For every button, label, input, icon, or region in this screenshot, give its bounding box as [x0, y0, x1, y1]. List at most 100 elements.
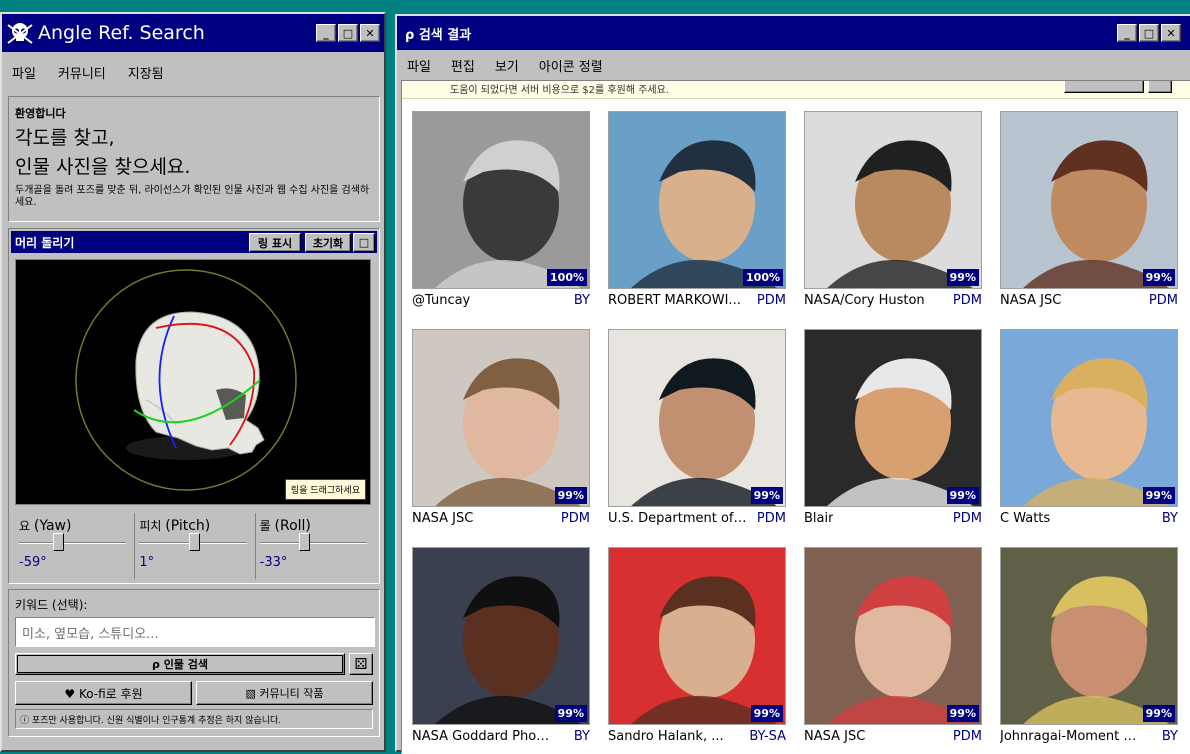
search-panel: 키워드 (선택): 미소, 옆모습, 스튜디오... ρ 인물 검색 ⚄ ♥ K… [8, 589, 380, 737]
yaw-slider-thumb[interactable] [52, 533, 64, 551]
keyword-input[interactable]: 미소, 옆모습, 스튜디오... [15, 617, 375, 647]
result-card[interactable]: 100% ROBERT MARKOWI... PDM [608, 111, 790, 329]
portrait-icon [413, 330, 589, 506]
result-license[interactable]: PDM [1149, 293, 1178, 308]
pitch-slider-group: 피치 (Pitch) 1° [135, 513, 256, 579]
result-author[interactable]: @Tuncay [412, 293, 470, 308]
results-content[interactable]: 도움이 되었다면 서버 비용으로 $2를 후원해 주세요. 100% @Tunca… [401, 80, 1190, 754]
result-photo[interactable]: 100% [412, 111, 590, 289]
reset-button[interactable]: 초기화 [305, 233, 351, 252]
donate-button[interactable] [1064, 81, 1144, 93]
result-license[interactable]: BY-SA [749, 729, 786, 744]
yaw-track[interactable] [19, 542, 127, 544]
kofi-button[interactable]: ♥ Ko-fi로 후원 [15, 681, 192, 705]
results-maximize-button[interactable]: □ [1139, 24, 1159, 42]
community-works-button[interactable]: ▧ 커뮤니티 작품 [196, 681, 373, 705]
expand-button[interactable]: □ [353, 233, 375, 252]
result-license[interactable]: PDM [561, 511, 590, 526]
result-license[interactable]: BY [1162, 511, 1178, 526]
result-card[interactable]: 99% Johnragai-Moment Ca... BY [1000, 547, 1182, 753]
result-card[interactable]: 100% @Tuncay BY [412, 111, 594, 329]
results-minimize-button[interactable]: _ [1117, 24, 1137, 42]
portrait-icon [805, 548, 981, 724]
result-card[interactable]: 99% Sandro Halank, ... BY-SA [608, 547, 790, 753]
result-photo[interactable]: 99% [412, 547, 590, 725]
result-caption: ROBERT MARKOWI... PDM [608, 293, 786, 308]
result-caption: NASA Goddard Photo... BY [412, 729, 590, 744]
result-photo[interactable]: 99% [1000, 547, 1178, 725]
result-author[interactable]: Johnragai-Moment Ca... [1000, 729, 1140, 744]
ring-toggle-button[interactable]: 링 표시 [249, 233, 301, 252]
welcome-panel: 환영합니다 각도를 찾고, 인물 사진을 찾으세요. 두개골을 돌려 포즈를 맞… [8, 96, 380, 222]
roll-track[interactable] [259, 542, 367, 544]
match-score-badge: 99% [946, 487, 979, 504]
menu-saved[interactable]: 지장됨 [128, 63, 164, 82]
result-author[interactable]: U.S. Department of ... [608, 511, 748, 526]
random-button[interactable]: ⚄ [349, 653, 373, 675]
menu-file[interactable]: 파일 [12, 63, 36, 82]
result-author[interactable]: Blair [804, 511, 833, 526]
skull-3d-viewport[interactable]: 링을 드래그하세요 [15, 259, 371, 505]
donate-close-button[interactable] [1148, 81, 1172, 93]
result-photo[interactable]: 99% [412, 329, 590, 507]
menu-community[interactable]: 커뮤니티 [58, 63, 106, 82]
portrait-icon [609, 112, 785, 288]
result-license[interactable]: PDM [953, 293, 982, 308]
result-license[interactable]: BY [574, 293, 590, 308]
menu-arrange-icons[interactable]: 아이콘 정렬 [539, 56, 603, 75]
result-license[interactable]: BY [574, 729, 590, 744]
portrait-icon [805, 330, 981, 506]
result-caption: NASA JSC PDM [804, 729, 982, 744]
result-card[interactable]: 99% NASA JSC PDM [412, 329, 594, 547]
results-close-button[interactable]: ✕ [1161, 24, 1181, 42]
yaw-value: -59° [19, 555, 47, 570]
result-license[interactable]: PDM [757, 293, 786, 308]
right-menubar: 파일 편집 보기 아이콘 정렬 [397, 50, 1190, 80]
result-card[interactable]: 99% NASA Goddard Photo... BY [412, 547, 594, 753]
close-button[interactable]: ✕ [360, 24, 380, 42]
result-photo[interactable]: 100% [608, 111, 786, 289]
pitch-label-en: (Pitch) [165, 518, 211, 534]
person-search-button[interactable]: ρ 인물 검색 [15, 653, 345, 675]
result-card[interactable]: 99% NASA JSC PDM [804, 547, 986, 753]
result-photo[interactable]: 99% [804, 111, 982, 289]
result-license[interactable]: BY [1162, 729, 1178, 744]
pitch-slider-thumb[interactable] [188, 533, 200, 551]
result-author[interactable]: NASA Goddard Photo... [412, 729, 552, 744]
menu-view[interactable]: 보기 [495, 56, 519, 75]
minimize-icon: _ [323, 26, 329, 40]
result-photo[interactable]: 99% [608, 329, 786, 507]
result-author[interactable]: NASA JSC [804, 729, 865, 744]
result-photo[interactable]: 99% [1000, 111, 1178, 289]
match-score-badge: 99% [750, 705, 783, 722]
result-author[interactable]: NASA JSC [412, 511, 473, 526]
portrait-icon [413, 548, 589, 724]
result-photo[interactable]: 99% [1000, 329, 1178, 507]
result-author[interactable]: NASA JSC [1000, 293, 1061, 308]
result-license[interactable]: PDM [953, 729, 982, 744]
result-caption: NASA JSC PDM [1000, 293, 1178, 308]
result-author[interactable]: ROBERT MARKOWI... [608, 293, 741, 308]
result-card[interactable]: 99% Blair PDM [804, 329, 986, 547]
result-author[interactable]: NASA/Cory Huston [804, 293, 925, 308]
menu-file[interactable]: 파일 [407, 56, 431, 75]
result-card[interactable]: 99% NASA/Cory Huston PDM [804, 111, 986, 329]
result-card[interactable]: 99% NASA JSC PDM [1000, 111, 1182, 329]
result-photo[interactable]: 99% [804, 329, 982, 507]
maximize-icon: □ [342, 26, 354, 40]
result-card[interactable]: 99% U.S. Department of ... PDM [608, 329, 790, 547]
pitch-label-ko: 피치 [139, 519, 162, 533]
result-license[interactable]: PDM [953, 511, 982, 526]
result-author[interactable]: C Watts [1000, 511, 1050, 526]
roll-label-ko: 롤 [259, 519, 271, 533]
result-license[interactable]: PDM [757, 511, 786, 526]
maximize-button[interactable]: □ [338, 24, 358, 42]
result-card[interactable]: 99% C Watts BY [1000, 329, 1182, 547]
minimize-button[interactable]: _ [316, 24, 336, 42]
result-photo[interactable]: 99% [608, 547, 786, 725]
roll-slider-thumb[interactable] [299, 533, 311, 551]
menu-edit[interactable]: 편집 [451, 56, 475, 75]
skull-app-icon [6, 21, 34, 45]
result-author[interactable]: Sandro Halank, ... [608, 729, 724, 744]
result-photo[interactable]: 99% [804, 547, 982, 725]
